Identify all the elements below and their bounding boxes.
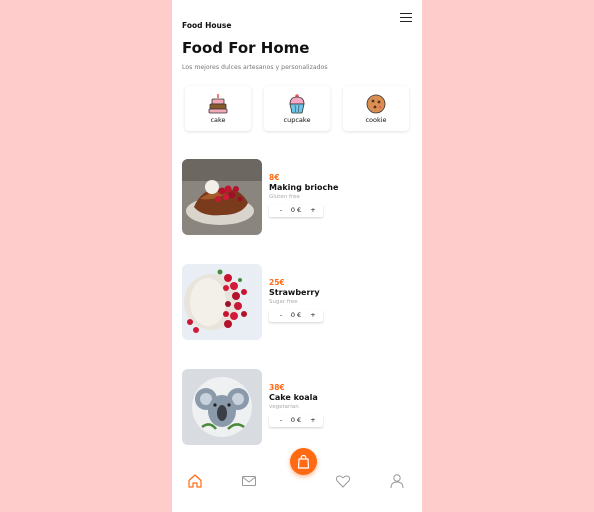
category-label: cookie [365,116,387,124]
category-label: cupcake [283,116,311,124]
product-info: 38€ Cake koala vegetarian - 0 € + [269,383,409,427]
quantity-value: 0 € [290,311,302,319]
increase-button[interactable]: + [310,416,316,424]
quantity-stepper: - 0 € + [269,415,323,427]
product-card[interactable]: 25€ Strawberry Sugar free - 0 € + [182,264,412,340]
mail-icon[interactable] [241,473,257,489]
app-screen: Food House Food For Home Los mejores dul… [172,0,422,512]
quantity-value: 0 € [290,416,302,424]
hamburger-menu-icon[interactable] [400,13,412,23]
product-card[interactable]: 8€ Making brioche Gluten free - 0 € + [182,159,412,235]
decrease-button[interactable]: - [278,206,284,214]
product-info: 8€ Making brioche Gluten free - 0 € + [269,173,409,217]
category-label: cake [210,116,226,124]
quantity-stepper: - 0 € + [269,205,323,217]
cookie-icon [366,94,386,114]
category-cupcake[interactable]: cupcake [264,86,330,131]
page-title: Food For Home [182,39,310,57]
cart-fab-button[interactable] [290,448,317,475]
cupcake-icon [289,94,305,114]
shopping-bag-icon [297,454,310,469]
cake-icon [208,94,228,114]
product-image [182,369,262,445]
category-cake[interactable]: cake [185,86,251,131]
brand-name: Food House [182,21,232,30]
product-name: Strawberry [269,288,320,297]
increase-button[interactable]: + [310,206,316,214]
product-tag: Gluten free [269,194,300,200]
product-tag: Sugar free [269,299,298,305]
product-name: Cake koala [269,393,318,402]
quantity-value: 0 € [290,206,302,214]
product-price: 25€ [269,278,285,287]
product-tag: vegetarian [269,404,299,410]
product-name: Making brioche [269,183,339,192]
decrease-button[interactable]: - [278,311,284,319]
heart-icon[interactable] [335,473,351,489]
user-icon[interactable] [389,473,405,489]
product-card[interactable]: 38€ Cake koala vegetarian - 0 € + [182,369,412,445]
increase-button[interactable]: + [310,311,316,319]
product-image [182,264,262,340]
page-subtitle: Los mejores dulces artesanos y personali… [182,64,328,71]
category-list: cake cupcake cookie [185,86,409,132]
product-info: 25€ Strawberry Sugar free - 0 € + [269,278,409,322]
top-bar: Food House [182,13,412,30]
decrease-button[interactable]: - [278,416,284,424]
product-price: 8€ [269,173,280,182]
bottom-navigation [172,468,422,512]
product-image [182,159,262,235]
product-price: 38€ [269,383,285,392]
quantity-stepper: - 0 € + [269,310,323,322]
category-cookie[interactable]: cookie [343,86,409,131]
home-icon[interactable] [187,473,203,489]
